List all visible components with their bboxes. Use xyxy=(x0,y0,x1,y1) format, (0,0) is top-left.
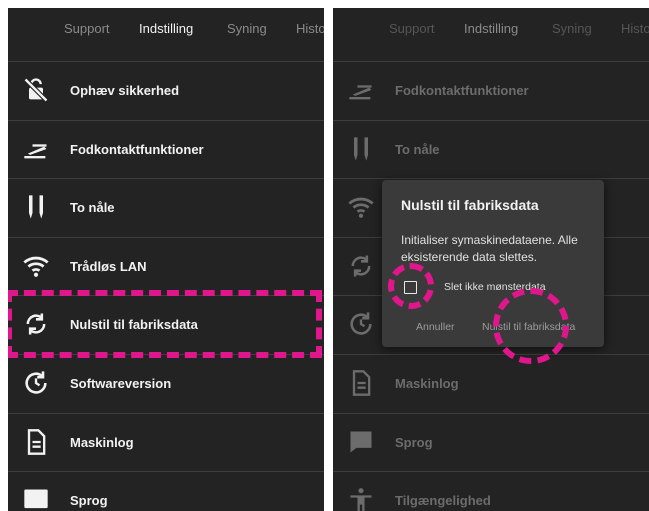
dialog-title: Nulstil til fabriksdata xyxy=(401,197,539,213)
menu-item-label: Maskinlog xyxy=(395,375,459,391)
chat-bubble-icon xyxy=(347,428,375,456)
accessibility-icon xyxy=(347,486,375,511)
software-update-icon xyxy=(347,310,375,338)
right-screen: Support Indstilling Syning Histo Fodkont… xyxy=(333,8,649,511)
menu-item-accessibility[interactable]: Tilgængelighed xyxy=(333,471,649,511)
tab-indstilling[interactable]: Indstilling xyxy=(464,21,518,36)
tab-support[interactable]: Support xyxy=(389,21,435,36)
wifi-icon xyxy=(22,252,50,280)
tab-syning[interactable]: Syning xyxy=(552,21,592,36)
document-icon xyxy=(347,369,375,397)
menu-item-label: Sprog xyxy=(395,434,433,450)
foot-pedal-icon xyxy=(22,135,50,163)
twin-needle-icon xyxy=(22,193,50,221)
settings-list: Ophæv sikkerhed Fodkontaktfunktioner To … xyxy=(8,61,324,511)
menu-item-software-version[interactable]: Softwareversion xyxy=(8,353,324,413)
reset-icon xyxy=(22,310,50,338)
document-icon xyxy=(22,428,50,456)
menu-item-label: Softwareversion xyxy=(70,375,172,391)
twin-needle-icon xyxy=(347,135,375,163)
menu-item-label: Tilgængelighed xyxy=(395,493,491,509)
checkbox-label: Slet ikke mønsterdata xyxy=(444,281,546,293)
tab-historik[interactable]: Histo xyxy=(296,21,324,36)
cancel-button[interactable]: Annuller xyxy=(416,321,455,333)
menu-item-label: To nåle xyxy=(395,141,440,157)
dialog-message: Initialiser symaskinedataene. Alle eksis… xyxy=(401,233,578,264)
menu-item-label: Ophæv sikkerhed xyxy=(70,83,180,98)
menu-item-machine-log[interactable]: Maskinlog xyxy=(333,353,649,413)
tab-support[interactable]: Support xyxy=(64,21,110,36)
software-update-icon xyxy=(22,369,50,397)
menu-item-foot-pedal[interactable]: Fodkontaktfunktioner xyxy=(333,61,649,120)
menu-item-unlock-security[interactable]: Ophæv sikkerhed xyxy=(8,61,324,120)
tab-bar: Support Indstilling Syning Histo xyxy=(8,8,324,56)
menu-item-twin-needle[interactable]: To nåle xyxy=(8,178,324,237)
tab-syning[interactable]: Syning xyxy=(227,21,267,36)
menu-item-language[interactable]: Sprog xyxy=(8,471,324,511)
language-icon xyxy=(22,486,50,511)
confirm-reset-button[interactable]: Nulstil til fabriksdata xyxy=(482,321,575,333)
unlock-off-icon xyxy=(22,76,50,104)
menu-item-label: Sprog xyxy=(70,493,108,509)
tab-indstilling[interactable]: Indstilling xyxy=(139,21,193,36)
menu-item-language[interactable]: Sprog xyxy=(333,412,649,472)
keep-pattern-data-checkbox[interactable] xyxy=(404,281,417,294)
menu-item-machine-log[interactable]: Maskinlog xyxy=(8,412,324,472)
menu-item-label: Maskinlog xyxy=(70,434,134,450)
foot-pedal-icon xyxy=(347,76,375,104)
reset-icon xyxy=(347,252,375,280)
menu-item-wireless-lan[interactable]: Trådløs LAN xyxy=(8,236,324,296)
menu-item-twin-needle[interactable]: To nåle xyxy=(333,119,649,179)
menu-item-factory-reset[interactable]: Nulstil til fabriksdata xyxy=(8,295,324,354)
left-screen: Support Indstilling Syning Histo Ophæv s… xyxy=(8,8,324,511)
menu-item-foot-pedal[interactable]: Fodkontaktfunktioner xyxy=(8,119,324,179)
menu-item-label: Trådløs LAN xyxy=(70,258,147,274)
menu-item-label: Fodkontaktfunktioner xyxy=(395,83,529,98)
menu-item-label: To nåle xyxy=(70,200,115,216)
tab-historik[interactable]: Histo xyxy=(621,21,649,36)
factory-reset-dialog: Nulstil til fabriksdata Initialiser syma… xyxy=(382,180,604,347)
wifi-icon xyxy=(347,193,375,221)
menu-item-label: Nulstil til fabriksdata xyxy=(70,317,198,333)
menu-item-label: Fodkontaktfunktioner xyxy=(70,141,204,157)
tab-bar: Support Indstilling Syning Histo xyxy=(333,8,649,56)
